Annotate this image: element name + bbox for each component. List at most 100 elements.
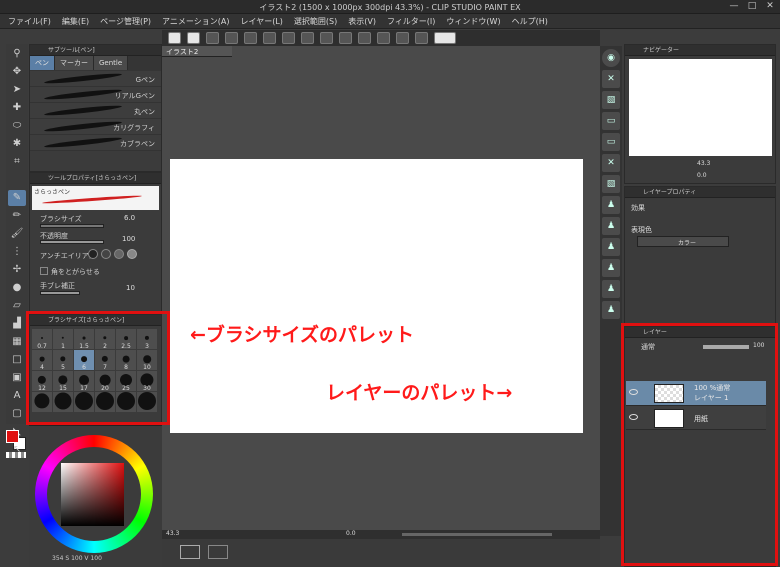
opacity-value[interactable]: 100: [122, 235, 135, 243]
airbrush-tool-icon[interactable]: ⋮: [8, 244, 26, 260]
menu-animation[interactable]: アニメーション(A): [162, 16, 229, 27]
gradient-tool-icon[interactable]: ▦: [8, 334, 26, 350]
menu-page[interactable]: ページ管理(P): [100, 16, 151, 27]
transparent-color-swatch[interactable]: [6, 452, 26, 458]
subtool-item-label: 丸ペン: [134, 108, 155, 116]
menu-file[interactable]: ファイル(F): [8, 16, 51, 27]
brush-size-value[interactable]: 6.0: [124, 214, 135, 222]
open-file-icon[interactable]: [206, 32, 219, 44]
move-tool-icon[interactable]: ✥: [8, 64, 26, 80]
material-icon[interactable]: ✕: [602, 154, 620, 172]
opacity-slider[interactable]: [40, 240, 104, 244]
help-icon[interactable]: [434, 32, 456, 44]
title-bar: イラスト2 (1500 x 1000px 300dpi 43.3%) - CLI…: [0, 0, 780, 14]
clip-studio-icon[interactable]: [168, 32, 181, 44]
fill-tool-icon[interactable]: ▟: [8, 316, 26, 332]
navigator-zoom[interactable]: 43.3: [697, 160, 710, 167]
snap-grid-icon[interactable]: [415, 32, 428, 44]
status-bar: 43.3 0.0: [162, 530, 600, 539]
brush-tool-icon[interactable]: 🖌: [8, 226, 26, 242]
folder-icon[interactable]: ▭: [602, 112, 620, 130]
image-material-icon[interactable]: ▧: [602, 175, 620, 193]
camera-icon[interactable]: [208, 545, 228, 559]
undo-icon[interactable]: [244, 32, 257, 44]
figure-icon[interactable]: ♟: [602, 238, 620, 256]
blend-tool-icon[interactable]: ●: [8, 280, 26, 296]
figure-icon[interactable]: ♟: [602, 301, 620, 319]
redo-icon[interactable]: [263, 32, 276, 44]
brush-size-slider[interactable]: [40, 224, 104, 228]
navigator-angle[interactable]: 0.0: [697, 172, 707, 179]
eyedropper-tool-icon[interactable]: ⌗: [8, 154, 26, 170]
navigator-panel: ナビゲーター 43.3 0.0: [624, 44, 776, 184]
status-angle[interactable]: 0.0: [346, 530, 356, 537]
auto-select-tool-icon[interactable]: ✱: [8, 136, 26, 152]
stabilization-slider[interactable]: [40, 291, 80, 295]
brush-stroke-preview: [43, 103, 123, 118]
text-tool-icon[interactable]: A: [8, 388, 26, 404]
close-button[interactable]: ✕: [763, 1, 777, 12]
selection-tool-icon[interactable]: ⬭: [8, 118, 26, 134]
sharpen-corners-checkbox[interactable]: [40, 267, 48, 275]
operation-tool-icon[interactable]: ➤: [8, 82, 26, 98]
figure-icon[interactable]: ♟: [602, 217, 620, 235]
status-zoom[interactable]: 43.3: [166, 530, 179, 537]
expression-color-select[interactable]: カラー: [637, 236, 729, 247]
transform-icon[interactable]: [301, 32, 314, 44]
clear-icon[interactable]: [282, 32, 295, 44]
navigator-title: ナビゲーター: [625, 45, 775, 56]
figure-icon[interactable]: ♟: [602, 259, 620, 277]
minimize-button[interactable]: —: [727, 1, 741, 12]
image-material-icon[interactable]: ▧: [602, 91, 620, 109]
eraser-tool-icon[interactable]: ▱: [8, 298, 26, 314]
menu-filter[interactable]: フィルター(I): [387, 16, 435, 27]
decoration-tool-icon[interactable]: ✢: [8, 262, 26, 278]
menu-help[interactable]: ヘルプ(H): [512, 16, 548, 27]
menu-window[interactable]: ウィンドウ(W): [446, 16, 500, 27]
figure-icon[interactable]: ♟: [602, 280, 620, 298]
subtool-item-label: リアルGペン: [114, 92, 155, 100]
subtool-item[interactable]: リアルGペン: [30, 87, 161, 103]
figure-tool-icon[interactable]: □: [8, 352, 26, 368]
film-icon[interactable]: [180, 545, 200, 559]
new-file-icon[interactable]: [187, 32, 200, 44]
subtool-tab-pen[interactable]: ペン: [30, 56, 55, 70]
frame-tool-icon[interactable]: ▣: [8, 370, 26, 386]
folder-icon[interactable]: ▭: [602, 133, 620, 151]
saturation-value-square[interactable]: [61, 463, 124, 526]
main-color-swatch[interactable]: [6, 430, 19, 443]
fill-icon[interactable]: [320, 32, 333, 44]
material-icon[interactable]: ✕: [602, 70, 620, 88]
zoom-tool-icon[interactable]: ⚲: [8, 46, 26, 62]
maximize-button[interactable]: □: [745, 1, 759, 12]
snap-ruler-icon[interactable]: [377, 32, 390, 44]
subtool-tab-marker[interactable]: マーカー: [55, 56, 94, 70]
move-layer-tool-icon[interactable]: ✚: [8, 100, 26, 116]
subtool-item[interactable]: Gペン: [30, 71, 161, 87]
layer-annotation: レイヤーのパレット→: [326, 382, 513, 404]
pencil-tool-icon[interactable]: ✏: [8, 208, 26, 224]
brush-stroke-preview: [43, 87, 123, 102]
subtool-tab-gentle[interactable]: Gentle: [94, 56, 129, 70]
sharpen-corners-label: 角をとがらせる: [51, 268, 100, 276]
deselect-icon[interactable]: [339, 32, 352, 44]
balloon-tool-icon[interactable]: ▢: [8, 406, 26, 422]
clip-studio-icon[interactable]: ◉: [602, 49, 620, 67]
figure-icon[interactable]: ♟: [602, 196, 620, 214]
pen-tool-icon[interactable]: ✎: [8, 190, 26, 206]
menu-edit[interactable]: 編集(E): [62, 16, 89, 27]
horizontal-scrollbar[interactable]: [402, 533, 552, 536]
snap-special-ruler-icon[interactable]: [396, 32, 409, 44]
save-icon[interactable]: [225, 32, 238, 44]
antialias-options[interactable]: [88, 249, 137, 259]
subtool-item[interactable]: 丸ペン: [30, 103, 161, 119]
menu-view[interactable]: 表示(V): [348, 16, 376, 27]
stabilization-value[interactable]: 10: [126, 284, 135, 292]
menu-layer[interactable]: レイヤー(L): [240, 16, 282, 27]
menu-selection[interactable]: 選択範囲(S): [294, 16, 337, 27]
navigator-preview[interactable]: [629, 59, 772, 156]
subtool-item[interactable]: カリグラフィ: [30, 119, 161, 135]
subtool-item[interactable]: カブラペン: [30, 135, 161, 151]
document-tab[interactable]: イラスト2: [162, 46, 232, 57]
crop-icon[interactable]: [358, 32, 371, 44]
